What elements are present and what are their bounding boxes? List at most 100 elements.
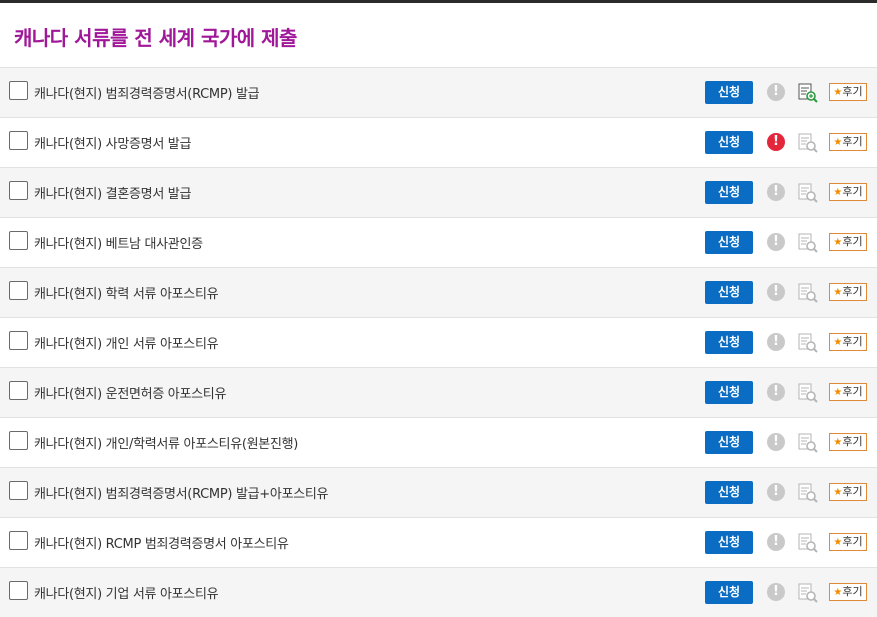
star-icon: ★	[833, 387, 843, 398]
select-checkbox[interactable]	[9, 281, 28, 300]
select-checkbox[interactable]	[9, 381, 28, 400]
select-checkbox[interactable]	[9, 181, 28, 200]
service-name: 캐나다(현지) 사망증명서 발급	[34, 137, 192, 152]
service-name: 캐나다(현지) 결혼증명서 발급	[34, 187, 192, 202]
review-button[interactable]: ★후기	[829, 583, 867, 601]
service-row: 캐나다(현지) 결혼증명서 발급 신청! ★후기	[0, 167, 877, 217]
price-blurred	[612, 383, 690, 401]
price-blurred	[612, 533, 690, 551]
price-blurred	[612, 133, 690, 151]
document-magnifier-icon[interactable]	[797, 532, 819, 554]
apply-button[interactable]: 신청	[705, 431, 753, 454]
apply-button[interactable]: 신청	[705, 181, 753, 204]
review-label: 후기	[842, 485, 863, 498]
select-checkbox[interactable]	[9, 581, 28, 600]
document-magnifier-icon[interactable]	[797, 432, 819, 454]
review-button[interactable]: ★후기	[829, 533, 867, 551]
review-button[interactable]: ★후기	[829, 283, 867, 301]
select-checkbox[interactable]	[9, 431, 28, 450]
service-name: 캐나다(현지) RCMP 범죄경력증명서 아포스티유	[34, 537, 289, 552]
service-row: 캐나다(현지) RCMP 범죄경력증명서 아포스티유 신청! ★후기	[0, 517, 877, 567]
exclamation-circle-icon[interactable]: !	[767, 83, 785, 101]
service-row: 캐나다(현지) 기업 서류 아포스티유 신청! ★후기	[0, 567, 877, 617]
exclamation-circle-icon[interactable]: !	[767, 233, 785, 251]
service-list: 캐나다(현지) 범죄경력증명서(RCMP) 발급 신청! ★후기 캐나다(현지) 사망…	[0, 67, 877, 617]
document-magnifier-icon[interactable]	[797, 382, 819, 404]
review-button[interactable]: ★후기	[829, 483, 867, 501]
star-icon: ★	[833, 437, 843, 448]
document-magnifier-icon[interactable]	[797, 182, 819, 204]
star-icon: ★	[833, 237, 843, 248]
price-blurred	[612, 433, 690, 451]
service-name: 캐나다(현지) 기업 서류 아포스티유	[34, 587, 219, 602]
apply-button[interactable]: 신청	[705, 531, 753, 554]
document-magnifier-icon[interactable]	[797, 582, 819, 604]
service-name: 캐나다(현지) 개인/학력서류 아포스티유(원본진행)	[34, 437, 299, 452]
apply-button[interactable]: 신청	[705, 281, 753, 304]
exclamation-circle-icon[interactable]: !	[767, 533, 785, 551]
apply-button[interactable]: 신청	[705, 481, 753, 504]
service-name: 캐나다(현지) 학력 서류 아포스티유	[34, 287, 219, 302]
apply-button[interactable]: 신청	[705, 331, 753, 354]
exclamation-circle-icon[interactable]: !	[767, 483, 785, 501]
apply-button[interactable]: 신청	[705, 381, 753, 404]
review-label: 후기	[842, 435, 863, 448]
star-icon: ★	[833, 587, 843, 598]
exclamation-circle-icon[interactable]: !	[767, 383, 785, 401]
select-checkbox[interactable]	[9, 481, 28, 500]
service-row: 캐나다(현지) 사망증명서 발급 신청! ★후기	[0, 117, 877, 167]
review-label: 후기	[842, 535, 863, 548]
exclamation-circle-icon[interactable]: !	[767, 433, 785, 451]
review-button[interactable]: ★후기	[829, 433, 867, 451]
apply-button[interactable]: 신청	[705, 231, 753, 254]
price-blurred	[612, 583, 690, 601]
service-name: 캐나다(현지) 범죄경력증명서(RCMP) 발급+아포스티유	[34, 487, 329, 502]
exclamation-circle-icon[interactable]: !	[767, 183, 785, 201]
exclamation-circle-icon[interactable]: !	[767, 333, 785, 351]
price-blurred	[612, 283, 690, 301]
apply-button[interactable]: 신청	[705, 81, 753, 104]
review-button[interactable]: ★후기	[829, 383, 867, 401]
document-magnifier-icon[interactable]	[797, 132, 819, 154]
review-button[interactable]: ★후기	[829, 133, 867, 151]
review-label: 후기	[842, 235, 863, 248]
service-row: 캐나다(현지) 베트남 대사관인증 신청! ★후기	[0, 217, 877, 267]
price-blurred	[612, 483, 690, 501]
price-blurred	[612, 183, 690, 201]
select-checkbox[interactable]	[9, 81, 28, 100]
review-button[interactable]: ★후기	[829, 333, 867, 351]
service-row: 캐나다(현지) 학력 서류 아포스티유 신청! ★후기	[0, 267, 877, 317]
service-name: 캐나다(현지) 베트남 대사관인증	[34, 237, 203, 252]
star-icon: ★	[833, 137, 843, 148]
apply-button[interactable]: 신청	[705, 131, 753, 154]
review-button[interactable]: ★후기	[829, 233, 867, 251]
document-magnifier-icon[interactable]	[797, 482, 819, 504]
star-icon: ★	[833, 487, 843, 498]
select-checkbox[interactable]	[9, 531, 28, 550]
service-row: 캐나다(현지) 범죄경력증명서(RCMP) 발급 신청! ★후기	[0, 67, 877, 117]
document-magnifier-icon[interactable]	[797, 282, 819, 304]
price-blurred	[612, 333, 690, 351]
review-label: 후기	[842, 135, 863, 148]
exclamation-circle-icon[interactable]: !	[767, 583, 785, 601]
star-icon: ★	[833, 337, 843, 348]
exclamation-circle-icon[interactable]: !	[767, 133, 785, 151]
document-magnifier-icon[interactable]	[797, 332, 819, 354]
review-button[interactable]: ★후기	[829, 183, 867, 201]
review-label: 후기	[842, 185, 863, 198]
review-button[interactable]: ★후기	[829, 83, 867, 101]
top-border	[0, 0, 877, 3]
star-icon: ★	[833, 87, 843, 98]
apply-button[interactable]: 신청	[705, 581, 753, 604]
service-row: 캐나다(현지) 운전면허증 아포스티유 신청! ★후기	[0, 367, 877, 417]
select-checkbox[interactable]	[9, 131, 28, 150]
price-blurred	[612, 233, 690, 251]
document-magnifier-icon[interactable]	[797, 82, 819, 104]
price-blurred	[612, 83, 690, 101]
select-checkbox[interactable]	[9, 231, 28, 250]
star-icon: ★	[833, 187, 843, 198]
document-magnifier-icon[interactable]	[797, 232, 819, 254]
select-checkbox[interactable]	[9, 331, 28, 350]
exclamation-circle-icon[interactable]: !	[767, 283, 785, 301]
review-label: 후기	[842, 85, 863, 98]
